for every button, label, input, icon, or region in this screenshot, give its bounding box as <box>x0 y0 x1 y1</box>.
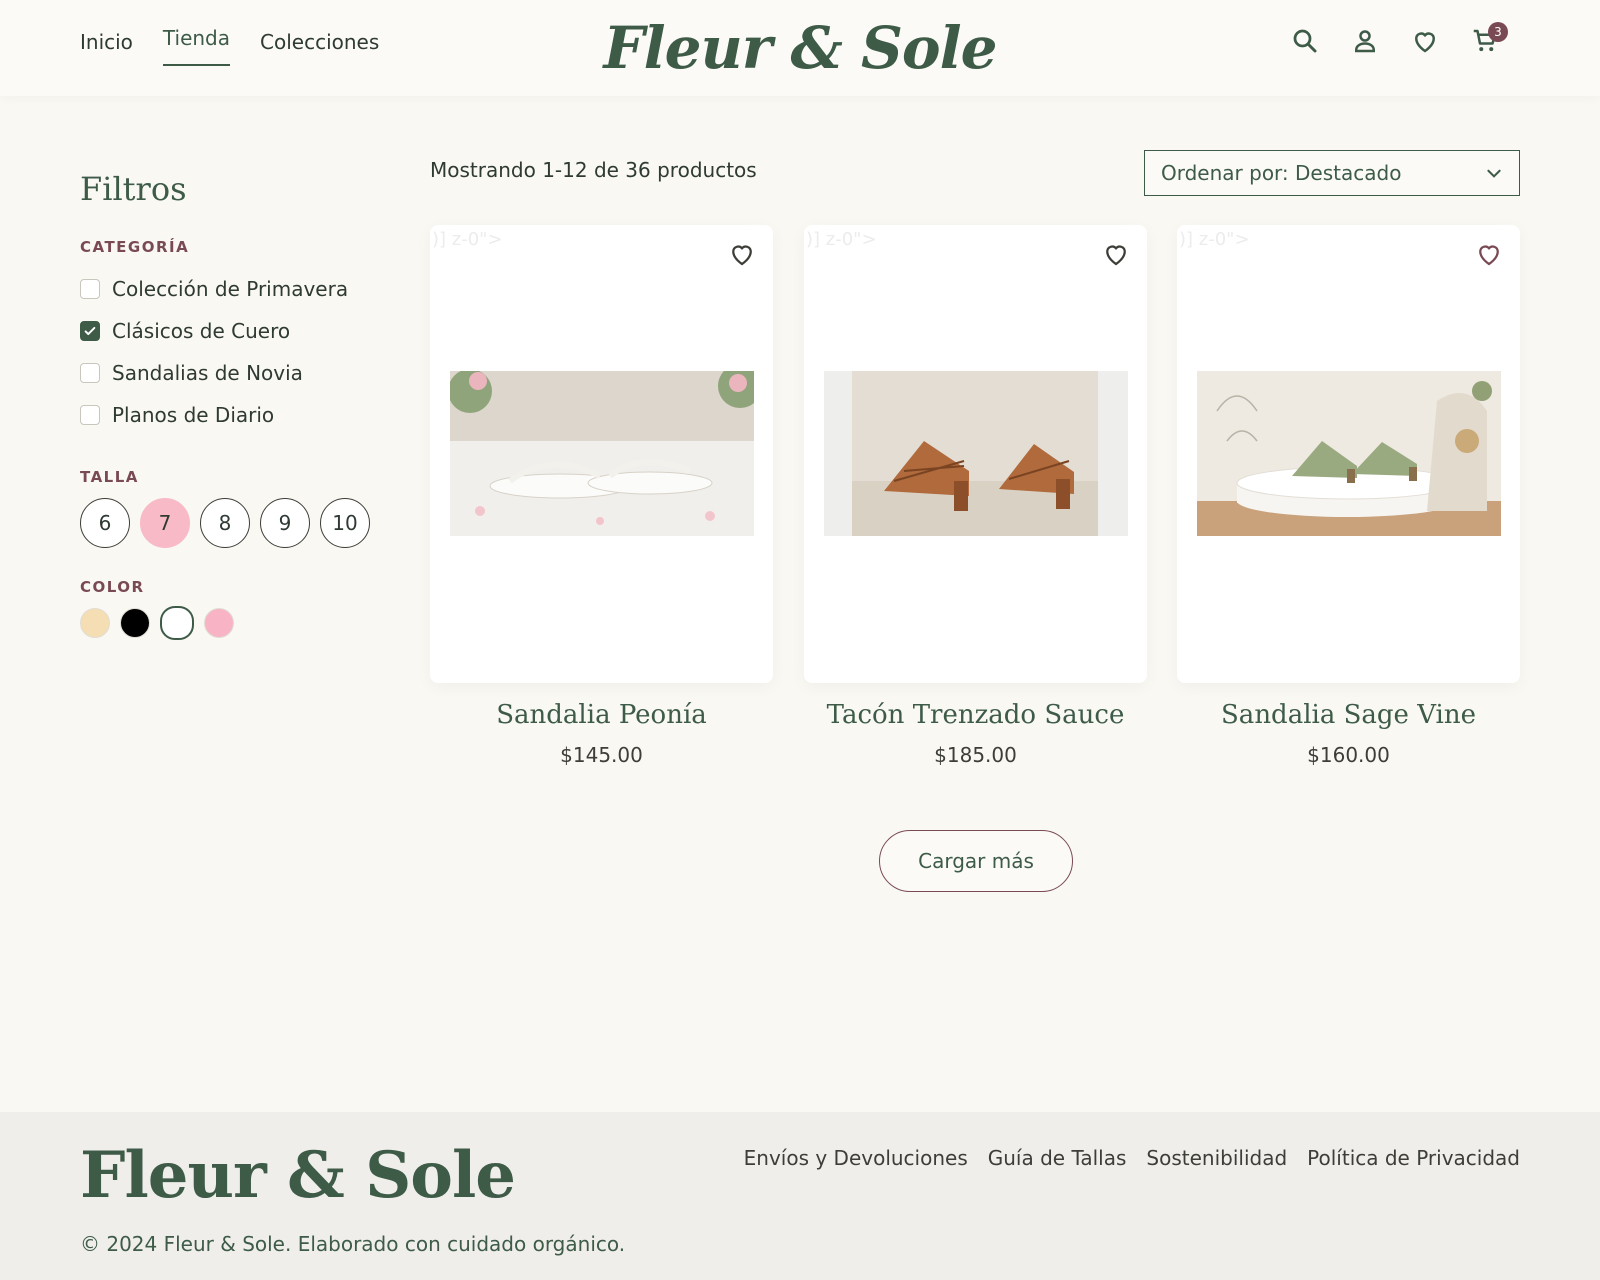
sort-label: Ordenar por: Destacado <box>1161 161 1402 185</box>
category-leather[interactable]: Clásicos de Cuero <box>80 310 400 352</box>
heart-icon[interactable] <box>1474 239 1504 269</box>
color-swatch-black[interactable] <box>120 608 150 638</box>
card-ghost-text: )] z-0"> <box>432 229 503 250</box>
heart-icon[interactable] <box>1101 239 1131 269</box>
card-ghost-text: )] z-0"> <box>806 229 877 250</box>
card-ghost-text: )] z-0"> <box>1179 229 1250 250</box>
product-image <box>1197 371 1501 536</box>
search-icon[interactable] <box>1290 26 1320 56</box>
product-price: $160.00 <box>1307 743 1390 767</box>
size-10-button[interactable]: 10 <box>320 498 370 548</box>
chevron-down-icon <box>1487 169 1501 178</box>
checkbox[interactable] <box>80 279 100 299</box>
filters-sidebar: Filtros CATEGORÍA Colección de Primavera… <box>80 170 400 640</box>
category-label-text: Clásicos de Cuero <box>112 319 291 343</box>
product-image <box>450 371 754 536</box>
color-swatch-white[interactable] <box>160 606 194 640</box>
check-icon <box>84 326 96 336</box>
footer-link-shipping[interactable]: Envíos y Devoluciones <box>744 1146 968 1170</box>
footer-link-size-guide[interactable]: Guía de Tallas <box>988 1146 1127 1170</box>
footer-link-sustainability[interactable]: Sostenibilidad <box>1146 1146 1287 1170</box>
size-label: TALLA <box>80 468 139 486</box>
size-options: 6 7 8 9 10 <box>80 498 400 548</box>
category-label-text: Colección de Primavera <box>112 277 349 301</box>
footer-copyright: © 2024 Fleur & Sole. Elaborado con cuida… <box>80 1232 626 1256</box>
product-price: $145.00 <box>560 743 643 767</box>
site-footer: Fleur & Sole © 2024 Fleur & Sole. Elabor… <box>0 1112 1600 1280</box>
footer-links: Envíos y Devoluciones Guía de Tallas Sos… <box>744 1146 1520 1170</box>
product-card[interactable]: )] z-0"> <box>804 225 1147 683</box>
product-name[interactable]: Sandalia Sage Vine <box>1177 700 1520 730</box>
account-icon[interactable] <box>1350 26 1380 56</box>
product-name[interactable]: Tacón Trenzado Sauce <box>804 700 1147 730</box>
color-options <box>80 606 400 640</box>
category-label-text: Sandalias de Novia <box>112 361 303 385</box>
product-card[interactable]: )] z-0"> <box>430 225 773 683</box>
checkbox[interactable] <box>80 363 100 383</box>
site-header: Inicio Tienda Colecciones Fleur & Sole 3 <box>0 0 1600 96</box>
result-count: Mostrando 1-12 de 36 productos <box>430 158 757 182</box>
product-price: $185.00 <box>934 743 1017 767</box>
category-bridal[interactable]: Sandalias de Novia <box>80 352 400 394</box>
cart-icon[interactable]: 3 <box>1470 22 1508 56</box>
cart-count-badge: 3 <box>1488 22 1508 42</box>
category-spring[interactable]: Colección de Primavera <box>80 268 400 310</box>
size-8-button[interactable]: 8 <box>200 498 250 548</box>
footer-logo[interactable]: Fleur & Sole <box>80 1138 516 1213</box>
product-card[interactable]: )] z-0"> <box>1177 225 1520 683</box>
header-actions: 3 <box>1290 22 1508 56</box>
size-6-button[interactable]: 6 <box>80 498 130 548</box>
heart-icon[interactable] <box>727 239 757 269</box>
footer-link-privacy[interactable]: Política de Privacidad <box>1307 1146 1520 1170</box>
product-name[interactable]: Sandalia Peonía <box>430 700 773 730</box>
color-label: COLOR <box>80 578 145 596</box>
color-swatch-beige[interactable] <box>80 608 110 638</box>
filters-title: Filtros <box>80 170 187 208</box>
checkbox[interactable] <box>80 405 100 425</box>
wishlist-icon[interactable] <box>1410 26 1440 56</box>
color-swatch-pink[interactable] <box>204 608 234 638</box>
load-more-button[interactable]: Cargar más <box>879 830 1073 892</box>
category-label: CATEGORÍA <box>80 238 190 256</box>
category-flats[interactable]: Planos de Diario <box>80 394 400 436</box>
size-7-button[interactable]: 7 <box>140 498 190 548</box>
category-label-text: Planos de Diario <box>112 403 275 427</box>
product-image <box>824 371 1128 536</box>
size-9-button[interactable]: 9 <box>260 498 310 548</box>
checkbox-checked[interactable] <box>80 321 100 341</box>
sort-select[interactable]: Ordenar por: Destacado <box>1144 150 1520 196</box>
